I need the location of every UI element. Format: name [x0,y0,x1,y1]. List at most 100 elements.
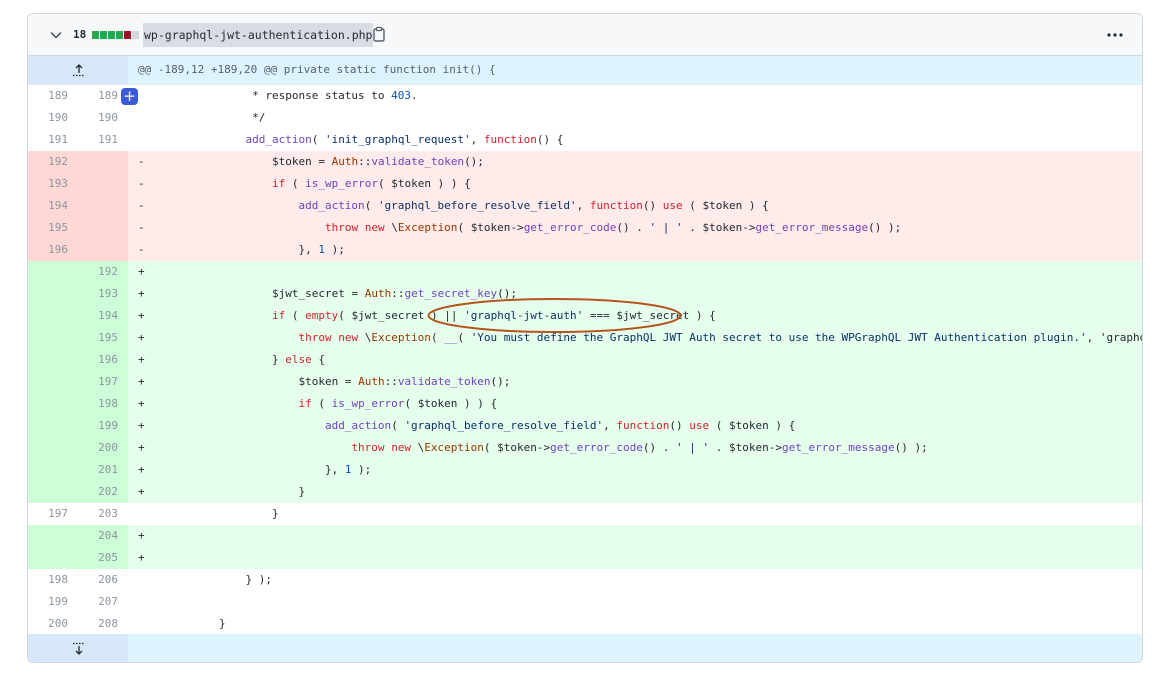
new-line-number-text: 205 [98,551,118,564]
old-line-number[interactable] [28,349,78,371]
new-line-number-text: 191 [98,133,118,146]
context-line: 191 191 add_action( 'init_graphql_request… [28,129,1142,151]
new-line-number[interactable]: 201 [78,459,128,481]
old-line-number[interactable]: 189 [28,85,78,107]
old-line-number[interactable]: 199 [28,591,78,613]
old-line-number[interactable] [28,261,78,283]
new-line-number-text: 196 [98,353,118,366]
new-line-number[interactable]: 190 [78,107,128,129]
new-line-number[interactable]: 203 [78,503,128,525]
old-line-number[interactable]: 195 [28,217,78,239]
context-line: 198 206 } ); [28,569,1142,591]
old-line-number[interactable]: 196 [28,239,78,261]
old-line-number-text: 192 [48,155,68,168]
old-line-number[interactable]: 193 [28,173,78,195]
old-line-number[interactable] [28,525,78,547]
new-line-number[interactable]: 199 [78,415,128,437]
kebab-horizontal-icon[interactable] [1106,27,1124,43]
added-line: 193 + $jwt_secret = Auth::get_secret_key(… [28,283,1142,305]
old-line-number-text: 196 [48,243,68,256]
diff-sign: + [138,397,145,410]
old-line-number-text [68,529,78,542]
clipboard-icon[interactable] [372,26,386,42]
file-name[interactable]: wp-graphql-jwt-authentication.php [143,23,374,47]
new-line-number[interactable]: 197 [78,371,128,393]
code-text: } ); [166,573,272,586]
old-line-number[interactable] [28,371,78,393]
old-line-number[interactable] [28,481,78,503]
expand-up-gutter[interactable] [28,56,128,84]
old-line-number[interactable] [28,547,78,569]
code-text: if ( empty( $jwt_secret ) || 'graphql-jw… [271,309,716,322]
new-line-number-text [118,177,128,190]
new-line-number[interactable] [78,151,128,173]
new-line-number-text: 199 [98,419,118,432]
old-line-number[interactable] [28,415,78,437]
old-line-number-text [68,485,78,498]
new-line-number[interactable] [78,239,128,261]
diff-sign: - [138,177,145,190]
diff-sign: + [138,287,145,300]
old-line-number-text [68,287,78,300]
old-line-number[interactable]: 190 [28,107,78,129]
new-line-number[interactable]: 208 [78,613,128,635]
old-line-number[interactable]: 198 [28,569,78,591]
old-line-number[interactable] [28,283,78,305]
old-line-number[interactable] [28,393,78,415]
old-line-number-text [68,331,78,344]
new-line-number[interactable]: 195 [78,327,128,349]
old-line-number[interactable]: 197 [28,503,78,525]
code-text: if ( is_wp_error( $token ) ) { [271,177,471,190]
diff-sign: + [138,441,145,454]
new-line-number[interactable]: 192 [78,261,128,283]
new-line-number[interactable]: 205 [78,547,128,569]
code-text: } [166,507,279,520]
new-line-number[interactable]: 200 [78,437,128,459]
old-line-number-text [68,551,78,564]
diff-sign: + [138,463,145,476]
new-line-number[interactable]: 204 [78,525,128,547]
new-line-number[interactable]: 198 [78,393,128,415]
code-text: } else { [166,353,325,366]
deleted-line: 192 - $token = Auth::validate_token(); [28,151,1142,173]
diffstat-square [116,31,123,39]
old-line-number-text: 190 [48,111,68,124]
diff-sign: + [138,485,145,498]
old-line-number[interactable] [28,437,78,459]
new-line-number[interactable] [78,217,128,239]
diffstat-square [108,31,115,39]
new-line-number[interactable] [78,195,128,217]
new-line-number[interactable]: 207 [78,591,128,613]
diff-sign: + [138,331,145,344]
old-line-number[interactable]: 192 [28,151,78,173]
code-text: throw new \Exception( $token->get_error_… [324,221,902,234]
diff-sign: + [138,309,145,322]
old-line-number[interactable]: 194 [28,195,78,217]
new-line-number-text: 203 [98,507,118,520]
diff-sign: + [138,353,145,366]
add-comment-button[interactable]: + [121,88,138,105]
diff-sign: + [138,419,145,432]
old-line-number[interactable] [28,327,78,349]
old-line-number-text: 195 [48,221,68,234]
diff-sign: - [138,243,145,256]
old-line-number[interactable]: 200 [28,613,78,635]
old-line-number[interactable] [28,305,78,327]
chevron-down-icon[interactable] [48,27,64,43]
old-line-number-text [68,265,78,278]
old-line-number[interactable]: 191 [28,129,78,151]
code-text: throw new \Exception( $token->get_error_… [351,441,928,454]
new-line-number[interactable]: 196 [78,349,128,371]
expand-down-icon[interactable] [72,642,86,656]
new-line-number[interactable]: 194 [78,305,128,327]
new-line-number[interactable]: 202 [78,481,128,503]
new-line-number[interactable]: 206 [78,569,128,591]
old-line-number[interactable] [28,459,78,481]
new-line-number[interactable]: 193 [78,283,128,305]
expand-down-gutter[interactable] [28,634,128,662]
new-line-number-text: 194 [98,309,118,322]
expand-up-icon[interactable] [72,63,86,77]
new-line-number[interactable]: 191 [78,129,128,151]
hunk-header-text: @@ -189,12 +189,20 @@ private static fun… [138,63,496,76]
new-line-number[interactable] [78,173,128,195]
